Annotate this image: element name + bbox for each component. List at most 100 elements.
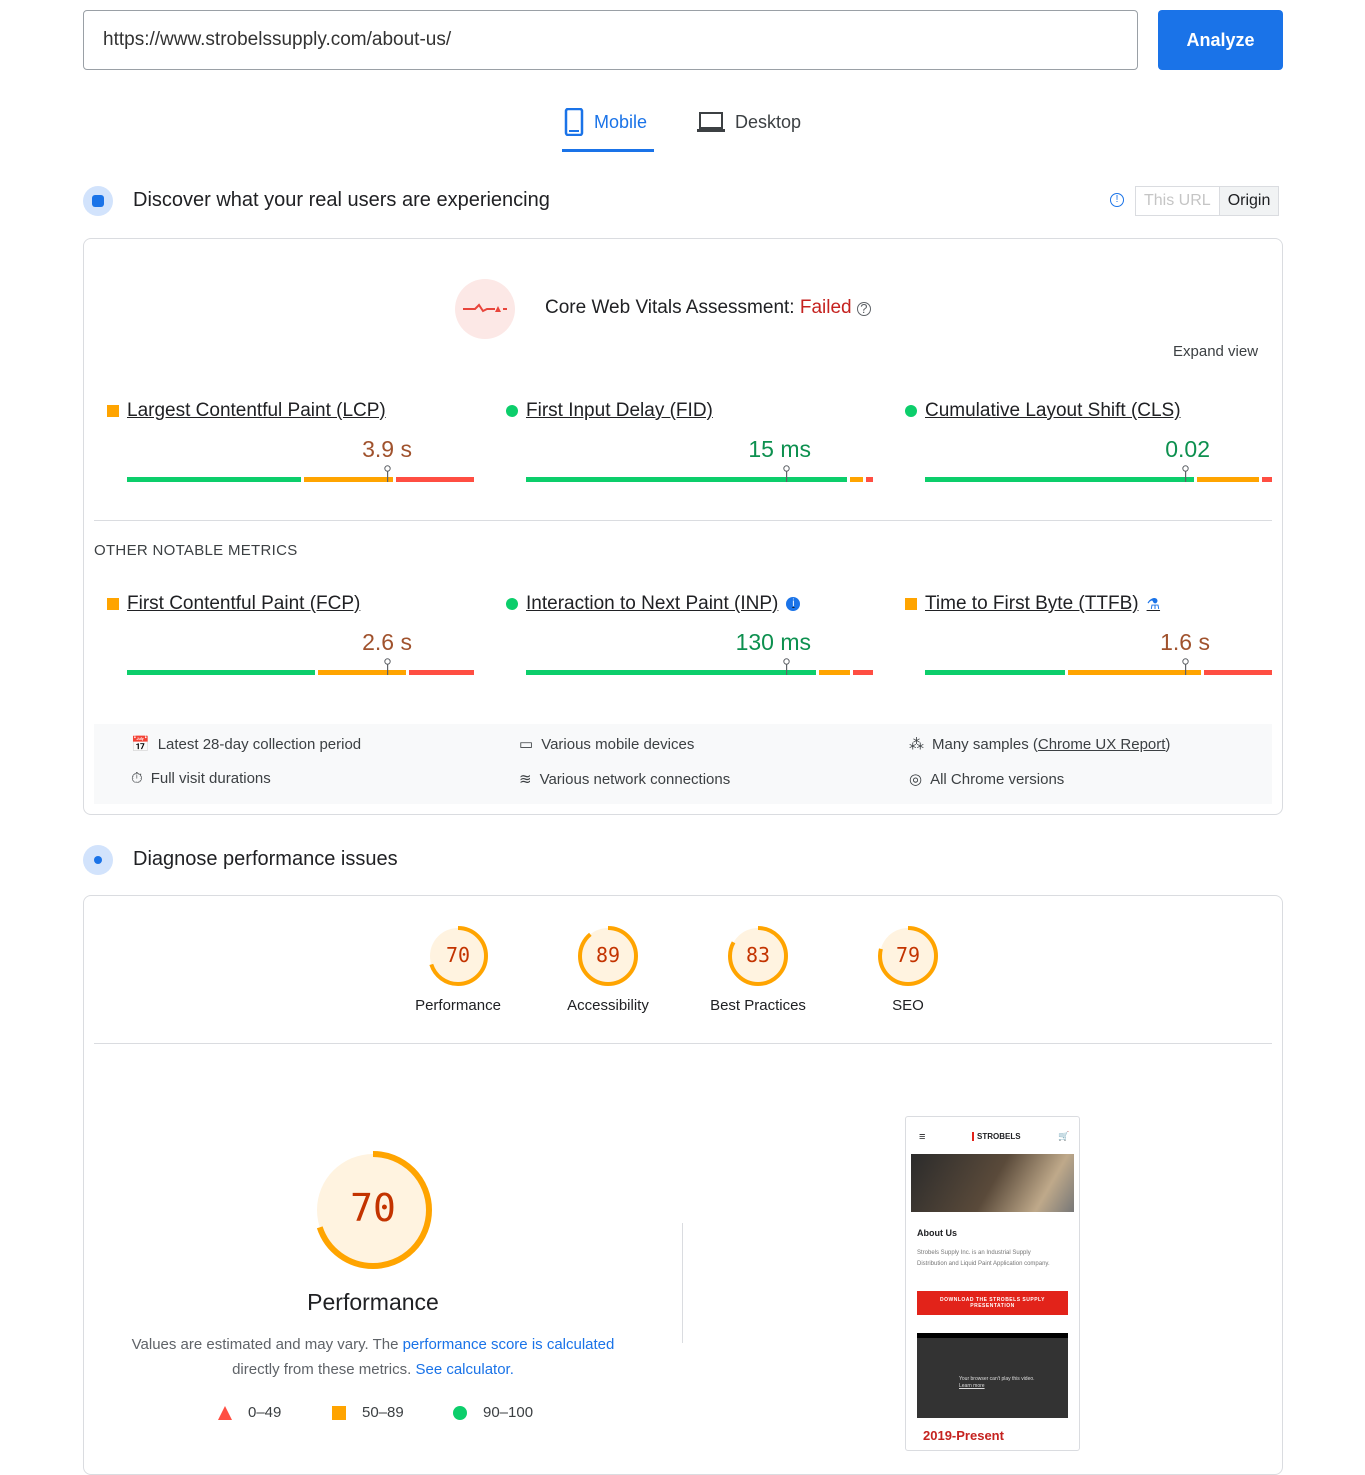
square-icon <box>332 1405 346 1420</box>
score-gauge-seo[interactable]: 79 SEO <box>848 925 968 1014</box>
p75-marker-icon <box>1182 465 1189 482</box>
year-heading: 2019-Present <box>923 1428 1004 1443</box>
wifi-icon: ≋ <box>519 771 532 788</box>
legend-good: 90–100 <box>453 1404 533 1421</box>
analyze-button[interactable]: Analyze <box>1158 10 1283 70</box>
distribution-bar <box>127 465 474 482</box>
metric-name[interactable]: Time to First Byte (TTFB) <box>925 593 1139 615</box>
circle-icon <box>453 1405 467 1420</box>
info-network: ≋ Various network connections <box>519 770 731 789</box>
info-collection-period: 📅 Latest 28-day collection period <box>131 735 362 754</box>
distribution-bar <box>526 465 873 482</box>
score-gauge-performance[interactable]: 70 Performance <box>398 925 518 1014</box>
tab-mobile[interactable]: Mobile <box>564 106 647 138</box>
metric-fcp: First Contentful Paint (FCP) 2.6 s <box>107 593 474 675</box>
poor-segment <box>409 670 474 675</box>
metric-ttfb: Time to First Byte (TTFB) ⚗ 1.6 s <box>905 593 1272 675</box>
good-segment <box>925 670 1065 675</box>
divider <box>94 520 1272 521</box>
metric-value: 1.6 s <box>1160 629 1210 655</box>
devices-icon: ▭ <box>519 736 534 753</box>
tab-desktop[interactable]: Desktop <box>697 106 801 138</box>
help-icon[interactable]: ? <box>856 302 871 316</box>
score-label: Performance <box>415 997 501 1014</box>
info-samples: ⁂ Many samples (Chrome UX Report) <box>909 735 1171 754</box>
mobile-icon <box>564 108 584 136</box>
score-label: Accessibility <box>567 997 649 1014</box>
chrome-icon: ◎ <box>909 771 923 788</box>
good-circle-icon <box>506 405 518 417</box>
poor-segment <box>395 477 474 482</box>
tab-label: Desktop <box>735 111 802 132</box>
metric-value: 130 ms <box>735 629 811 655</box>
lab-section-title: Diagnose performance issues <box>133 848 398 870</box>
toggle-origin[interactable]: Origin <box>1218 187 1279 215</box>
score-label: Best Practices <box>710 997 806 1014</box>
divider <box>94 1043 1272 1044</box>
average-square-icon <box>107 405 119 417</box>
page-screenshot: ≡ STROBELS 🛒 About Us Strobels Supply In… <box>905 1116 1080 1451</box>
good-segment <box>526 477 847 482</box>
divider <box>682 1223 683 1343</box>
metric-name[interactable]: First Input Delay (FID) <box>526 400 713 422</box>
average-square-icon <box>107 598 119 610</box>
score-value: 89 <box>595 943 621 967</box>
performance-score-gauge: 70 <box>313 1150 433 1270</box>
score-gauge-best-practices[interactable]: 83 Best Practices <box>698 925 818 1014</box>
info-icon[interactable]: ! <box>1110 193 1124 207</box>
metric-fid: First Input Delay (FID) 15 ms <box>506 400 873 482</box>
experimental-flask-icon: ⚗ <box>1146 596 1161 613</box>
cwv-assessment: Core Web Vitals Assessment: Failed ? <box>545 297 871 319</box>
poor-segment <box>866 477 873 482</box>
score-label: SEO <box>892 997 924 1014</box>
average-segment <box>849 477 864 482</box>
legend-poor: 0–49 <box>218 1404 281 1421</box>
calculator-link[interactable]: See calculator. <box>415 1361 513 1378</box>
about-heading: About Us <box>917 1228 957 1238</box>
p75-marker-icon <box>1182 658 1189 675</box>
assessment-status: Failed <box>799 297 852 318</box>
score-description: Values are estimated and may vary. The p… <box>131 1336 615 1378</box>
score-gauge-accessibility[interactable]: 89 Accessibility <box>548 925 668 1014</box>
other-metrics-heading: OTHER NOTABLE METRICS <box>94 542 298 559</box>
users-icon <box>83 186 113 216</box>
chrome-ux-report-link[interactable]: Chrome UX Report <box>1038 736 1166 753</box>
big-score-label: Performance <box>307 1289 439 1315</box>
metric-value: 0.02 <box>1165 436 1210 462</box>
expand-view-link[interactable]: Expand view <box>1173 343 1258 360</box>
info-chrome-versions: ◎ All Chrome versions <box>909 770 1065 789</box>
url-input[interactable]: https://www.strobelssupply.com/about-us/ <box>83 10 1138 70</box>
info-icon[interactable]: i <box>786 597 801 611</box>
good-segment <box>526 670 816 675</box>
score-value: 79 <box>895 943 921 967</box>
timer-icon: ⏱ <box>131 770 143 787</box>
metric-cls: Cumulative Layout Shift (CLS) 0.02 <box>905 400 1272 482</box>
cart-icon: 🛒 <box>1058 1131 1070 1141</box>
score-calculated-link[interactable]: performance score is calculated <box>403 1336 615 1353</box>
poor-segment <box>1203 670 1272 675</box>
average-segment <box>818 670 850 675</box>
metric-name[interactable]: Cumulative Layout Shift (CLS) <box>925 400 1181 422</box>
tab-label: Mobile <box>594 111 648 132</box>
distribution-bar <box>526 658 873 675</box>
distribution-bar <box>925 658 1272 675</box>
site-logo: STROBELS <box>972 1132 1021 1141</box>
good-segment <box>127 670 315 675</box>
legend-average: 50–89 <box>332 1404 404 1421</box>
big-score-value: 70 <box>350 1186 396 1230</box>
average-segment <box>317 670 407 675</box>
metric-name[interactable]: Interaction to Next Paint (INP) <box>526 593 778 615</box>
average-segment <box>1197 477 1259 482</box>
assessment-label: Core Web Vitals Assessment: <box>545 297 800 318</box>
toggle-this-url[interactable]: This URL <box>1136 187 1219 215</box>
metric-lcp: Largest Contentful Paint (LCP) 3.9 s <box>107 400 474 482</box>
metric-value: 3.9 s <box>362 436 412 462</box>
url-origin-toggle: This URL Origin <box>1135 186 1280 216</box>
warehouse-image <box>911 1154 1074 1212</box>
metric-name[interactable]: Largest Contentful Paint (LCP) <box>127 400 386 422</box>
p75-marker-icon <box>384 658 391 675</box>
metric-name[interactable]: First Contentful Paint (FCP) <box>127 593 360 615</box>
poor-segment <box>1261 477 1272 482</box>
metric-value: 15 ms <box>748 436 811 462</box>
distribution-bar <box>925 465 1272 482</box>
